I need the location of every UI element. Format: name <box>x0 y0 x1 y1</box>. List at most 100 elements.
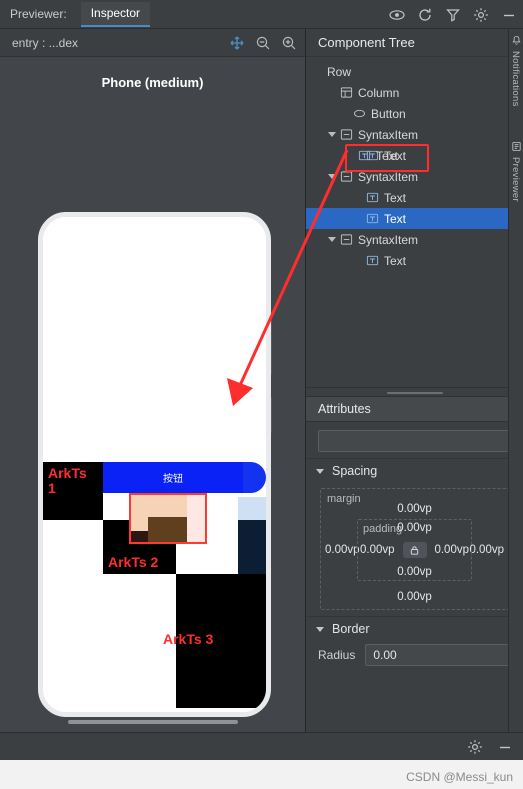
zoom-in-icon[interactable] <box>281 35 297 51</box>
previewer-label: Previewer: <box>10 7 67 21</box>
tree-node-text-7[interactable]: Text <box>306 208 523 229</box>
component-tree[interactable]: Row Column Button SyntaxItem Text SyntaxItem T… <box>306 57 523 387</box>
block-lightblue-1 <box>238 497 266 520</box>
device-preview-area[interactable]: Phone (medium) 按钮 ArkTs 1 ArkTs 2 ArkTs … <box>0 57 305 732</box>
padding-bottom-value[interactable]: 0.00vp <box>397 566 432 578</box>
minimize-icon[interactable] <box>501 7 517 23</box>
radius-input[interactable]: 0.00 <box>365 644 511 666</box>
tab-inspector[interactable]: Inspector <box>80 1 151 27</box>
eye-icon[interactable] <box>389 7 405 23</box>
entry-label: entry : ...dex <box>12 35 79 50</box>
radius-label: Radius <box>318 648 356 662</box>
tree-node-syntaxitem-3[interactable]: SyntaxItem <box>306 124 523 145</box>
text-icon <box>366 191 379 204</box>
margin-bottom-value[interactable]: 0.00vp <box>397 591 432 603</box>
syntax-icon <box>340 233 353 246</box>
tree-node-label: SyntaxItem <box>358 127 419 142</box>
chevron-down-icon <box>316 466 326 476</box>
lock-icon[interactable] <box>402 542 427 558</box>
watermark: CSDN @Messi_kun <box>406 770 513 784</box>
component-tree-title: Component Tree <box>306 29 523 57</box>
padding-top-value[interactable]: 0.00vp <box>397 522 432 534</box>
refresh-icon[interactable] <box>417 7 433 23</box>
tree-node-label: Row <box>327 64 352 79</box>
text-icon <box>366 254 379 267</box>
attribute-search-input[interactable] <box>318 430 511 452</box>
preview-header-icons <box>229 29 297 57</box>
padding-box: padding 0.00vp 0.00vp 0.00vp 0.00vp <box>357 519 472 581</box>
rail-previewer-label[interactable]: Previewer <box>510 157 521 202</box>
button-icon <box>353 107 366 120</box>
tree-node-syntaxitem-8[interactable]: SyntaxItem <box>306 229 523 250</box>
bottom-toolbar <box>0 732 523 760</box>
top-toolbar-icons <box>389 0 517 29</box>
attributes-body: Spacing margin 0.00vp 0.00vp 0.00vp 0.00… <box>306 422 523 732</box>
attribute-search-row <box>306 422 523 458</box>
bell-icon[interactable] <box>511 35 522 46</box>
move-icon[interactable] <box>229 35 245 51</box>
zoom-out-icon[interactable] <box>255 35 271 51</box>
spacing-box-wrap: margin 0.00vp 0.00vp 0.00vp 0.00vp paddi… <box>306 482 523 616</box>
filter-icon[interactable] <box>445 7 461 23</box>
callout-highlight-box <box>345 144 429 172</box>
gear-icon-bottom[interactable] <box>467 739 483 755</box>
phone-screen[interactable]: 按钮 ArkTs 1 ArkTs 2 ArkTs 3 <box>43 217 266 712</box>
top-toolbar: Previewer: Inspector <box>0 0 523 29</box>
rail-notifications-label[interactable]: Notifications <box>510 51 521 107</box>
syntax-icon <box>340 128 353 141</box>
gear-icon[interactable] <box>473 7 489 23</box>
spacing-section-header[interactable]: Spacing <box>306 458 523 482</box>
margin-left-value[interactable]: 0.00vp <box>325 544 360 556</box>
main-split: entry : ...dex Phone (medium) 按钮 ArkTs 1… <box>0 29 523 732</box>
tree-node-label: SyntaxItem <box>358 232 419 247</box>
preview-pane: entry : ...dex Phone (medium) 按钮 ArkTs 1… <box>0 29 306 732</box>
margin-right-value[interactable]: 0.00vp <box>469 544 504 556</box>
device-title: Phone (medium) <box>101 75 204 90</box>
tree-node-label: Text <box>384 253 407 268</box>
label-arkts-2: ArkTs 2 <box>108 554 159 570</box>
block-navy-1 <box>238 520 266 574</box>
inspector-pane: Component Tree Row Column Button SyntaxItem… <box>306 29 523 732</box>
margin-top-value[interactable]: 0.00vp <box>397 503 432 515</box>
phone-frame: 按钮 ArkTs 1 ArkTs 2 ArkTs 3 <box>38 212 271 717</box>
border-section-label: Border <box>332 621 370 636</box>
chevron-down-icon[interactable] <box>327 234 338 245</box>
tree-node-column-1[interactable]: Column <box>306 82 523 103</box>
previewer-rail-icon[interactable] <box>511 141 522 152</box>
previewer-window: Previewer: Inspector entry : ...dex Phon… <box>0 0 523 760</box>
margin-label: margin <box>327 493 361 505</box>
padding-left-value[interactable]: 0.00vp <box>360 544 395 556</box>
preview-horizontal-scrollbar[interactable] <box>68 720 238 724</box>
padding-right-value[interactable]: 0.00vp <box>434 544 469 556</box>
preview-button[interactable]: 按钮 <box>103 462 243 493</box>
tree-node-label: Text <box>384 211 407 226</box>
border-section-header[interactable]: Border <box>306 616 523 640</box>
tree-node-text-6[interactable]: Text <box>306 187 523 208</box>
chevron-down-icon[interactable] <box>327 171 338 182</box>
text-icon <box>366 212 379 225</box>
selection-rect <box>129 493 207 544</box>
tree-node-row-0[interactable]: Row <box>306 61 523 82</box>
chevron-down-icon-border <box>316 624 326 634</box>
preview-pane-header: entry : ...dex <box>0 29 305 57</box>
label-arkts-3: ArkTs 3 <box>163 631 214 647</box>
right-rail: Notifications Previewer <box>508 29 523 732</box>
layout-icon <box>340 86 353 99</box>
chevron-down-icon[interactable] <box>327 129 338 140</box>
minimize-icon-bottom[interactable] <box>497 739 513 755</box>
tree-node-text-9[interactable]: Text <box>306 250 523 271</box>
panel-splitter[interactable] <box>306 387 523 396</box>
tree-node-label: Text <box>384 190 407 205</box>
tree-node-label: Column <box>358 85 400 100</box>
tree-node-label: Button <box>371 106 406 121</box>
tree-node-button-2[interactable]: Button <box>306 103 523 124</box>
margin-box: margin 0.00vp 0.00vp 0.00vp 0.00vp paddi… <box>320 488 509 610</box>
label-arkts-1: ArkTs 1 <box>48 465 87 496</box>
border-radius-row: Radius 0.00 <box>306 640 523 670</box>
